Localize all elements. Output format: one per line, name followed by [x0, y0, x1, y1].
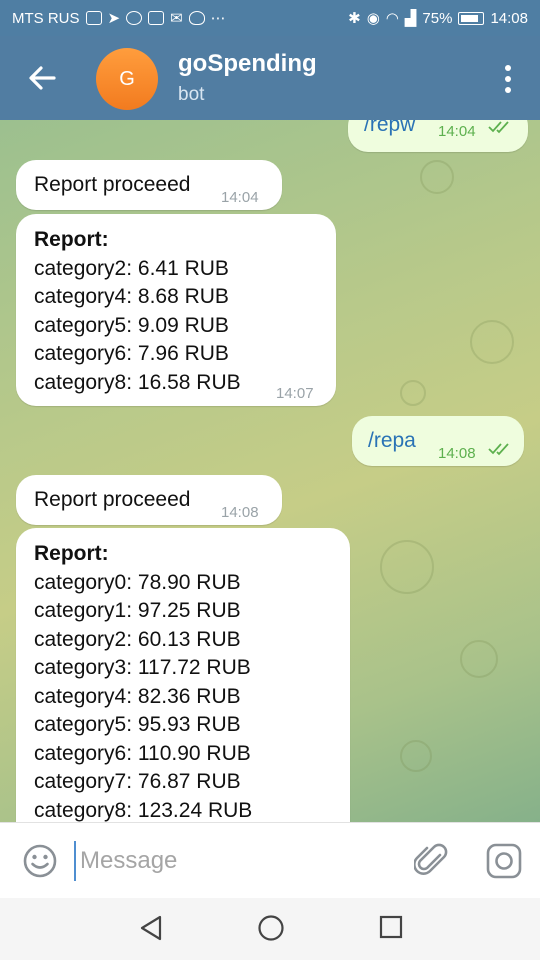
eye-comfort-icon: ◉	[366, 9, 380, 27]
more-options-icon[interactable]	[502, 64, 514, 94]
outgoing-message[interactable]: /repa 14:08	[352, 416, 524, 466]
incoming-message[interactable]: Report: category0: 78.90 RUB category1: …	[16, 528, 350, 822]
incoming-message[interactable]: Report proceeed 14:04	[16, 160, 282, 210]
nav-recents-icon[interactable]	[379, 915, 403, 939]
chat-subtitle: bot	[178, 84, 205, 105]
background-doodle	[400, 740, 432, 772]
background-doodle	[380, 540, 434, 594]
background-doodle	[470, 320, 514, 364]
report-line: category8: 16.58 RUB	[34, 370, 241, 394]
message-composer	[0, 822, 540, 898]
report-line: category4: 82.36 RUB	[34, 684, 241, 708]
report-title: Report:	[34, 542, 109, 565]
message-text: Report proceeed	[34, 488, 191, 511]
wifi-icon: ◠	[385, 9, 399, 27]
report-block: Report: category2: 6.41 RUB category4: 8…	[34, 226, 241, 397]
whatsapp-icon	[126, 11, 143, 25]
bluetooth-icon: ✱	[348, 9, 361, 27]
more-notifications-icon: ⋯	[210, 9, 226, 27]
emoji-icon[interactable]	[22, 843, 58, 879]
chat-header: G goSpending bot	[0, 36, 540, 120]
carrier-label: MTS RUS	[12, 9, 80, 27]
clock: 14:08	[490, 9, 528, 27]
signal-icon: ▟	[404, 9, 417, 27]
message-time: 14:08	[221, 504, 259, 521]
report-line: category4: 8.68 RUB	[34, 285, 229, 308]
report-line: category7: 76.87 RUB	[34, 770, 241, 793]
background-doodle	[400, 380, 426, 406]
double-check-icon	[488, 121, 509, 134]
report-line: category3: 117.72 RUB	[34, 656, 251, 679]
report-line: category1: 97.25 RUB	[34, 599, 241, 622]
message-text[interactable]: /repw	[364, 120, 415, 140]
vk-icon	[85, 11, 102, 25]
app-notification-icon	[148, 11, 165, 25]
report-line: category8: 123.24 RUB	[34, 798, 253, 822]
double-check-icon	[488, 443, 509, 456]
camera-icon[interactable]	[484, 841, 524, 881]
outgoing-message[interactable]: /repw 14:04	[348, 120, 528, 152]
incoming-message[interactable]: Report: category2: 6.41 RUB category4: 8…	[16, 214, 336, 406]
nav-home-icon[interactable]	[257, 914, 285, 942]
report-block: Report: category0: 78.90 RUB category1: …	[34, 540, 252, 822]
mail-icon: ✉	[170, 9, 183, 27]
report-line: category6: 110.90 RUB	[34, 741, 251, 765]
message-time: 14:08	[438, 445, 476, 462]
chat-title[interactable]: goSpending	[178, 50, 317, 78]
telegram-icon: ➤	[107, 9, 121, 27]
message-time: 14:07	[276, 385, 314, 402]
shield-icon	[188, 11, 205, 25]
message-text: Report proceeed	[34, 173, 191, 196]
message-text[interactable]: /repa	[368, 427, 416, 456]
message-time: 14:04	[438, 123, 476, 140]
message-time: 14:04	[221, 189, 259, 206]
report-line: category2: 60.13 RUB	[34, 627, 241, 651]
avatar[interactable]: G	[96, 48, 158, 110]
message-input[interactable]	[74, 841, 374, 881]
system-nav-bar	[0, 898, 540, 960]
battery-percent: 75%	[422, 9, 453, 27]
report-line: category6: 7.96 RUB	[34, 342, 229, 365]
status-bar: MTS RUS ➤ ✉ ⋯ ✱ ◉ ◠ ▟ 75% 14:08	[0, 0, 540, 36]
background-doodle	[420, 160, 454, 194]
report-title: Report:	[34, 228, 109, 251]
report-line: category5: 9.09 RUB	[34, 313, 229, 337]
chat-history[interactable]: /repw 14:04 Report proceeed 14:04 Report…	[0, 120, 540, 822]
attach-icon[interactable]	[414, 841, 450, 881]
report-line: category2: 6.41 RUB	[34, 256, 229, 280]
back-arrow-icon[interactable]	[26, 62, 58, 94]
nav-back-icon[interactable]	[138, 914, 164, 942]
battery-icon	[458, 11, 485, 25]
background-doodle	[460, 640, 498, 678]
report-line: category5: 95.93 RUB	[34, 713, 241, 736]
avatar-letter: G	[119, 67, 135, 90]
incoming-message[interactable]: Report proceeed 14:08	[16, 475, 282, 525]
report-line: category0: 78.90 RUB	[34, 570, 241, 594]
